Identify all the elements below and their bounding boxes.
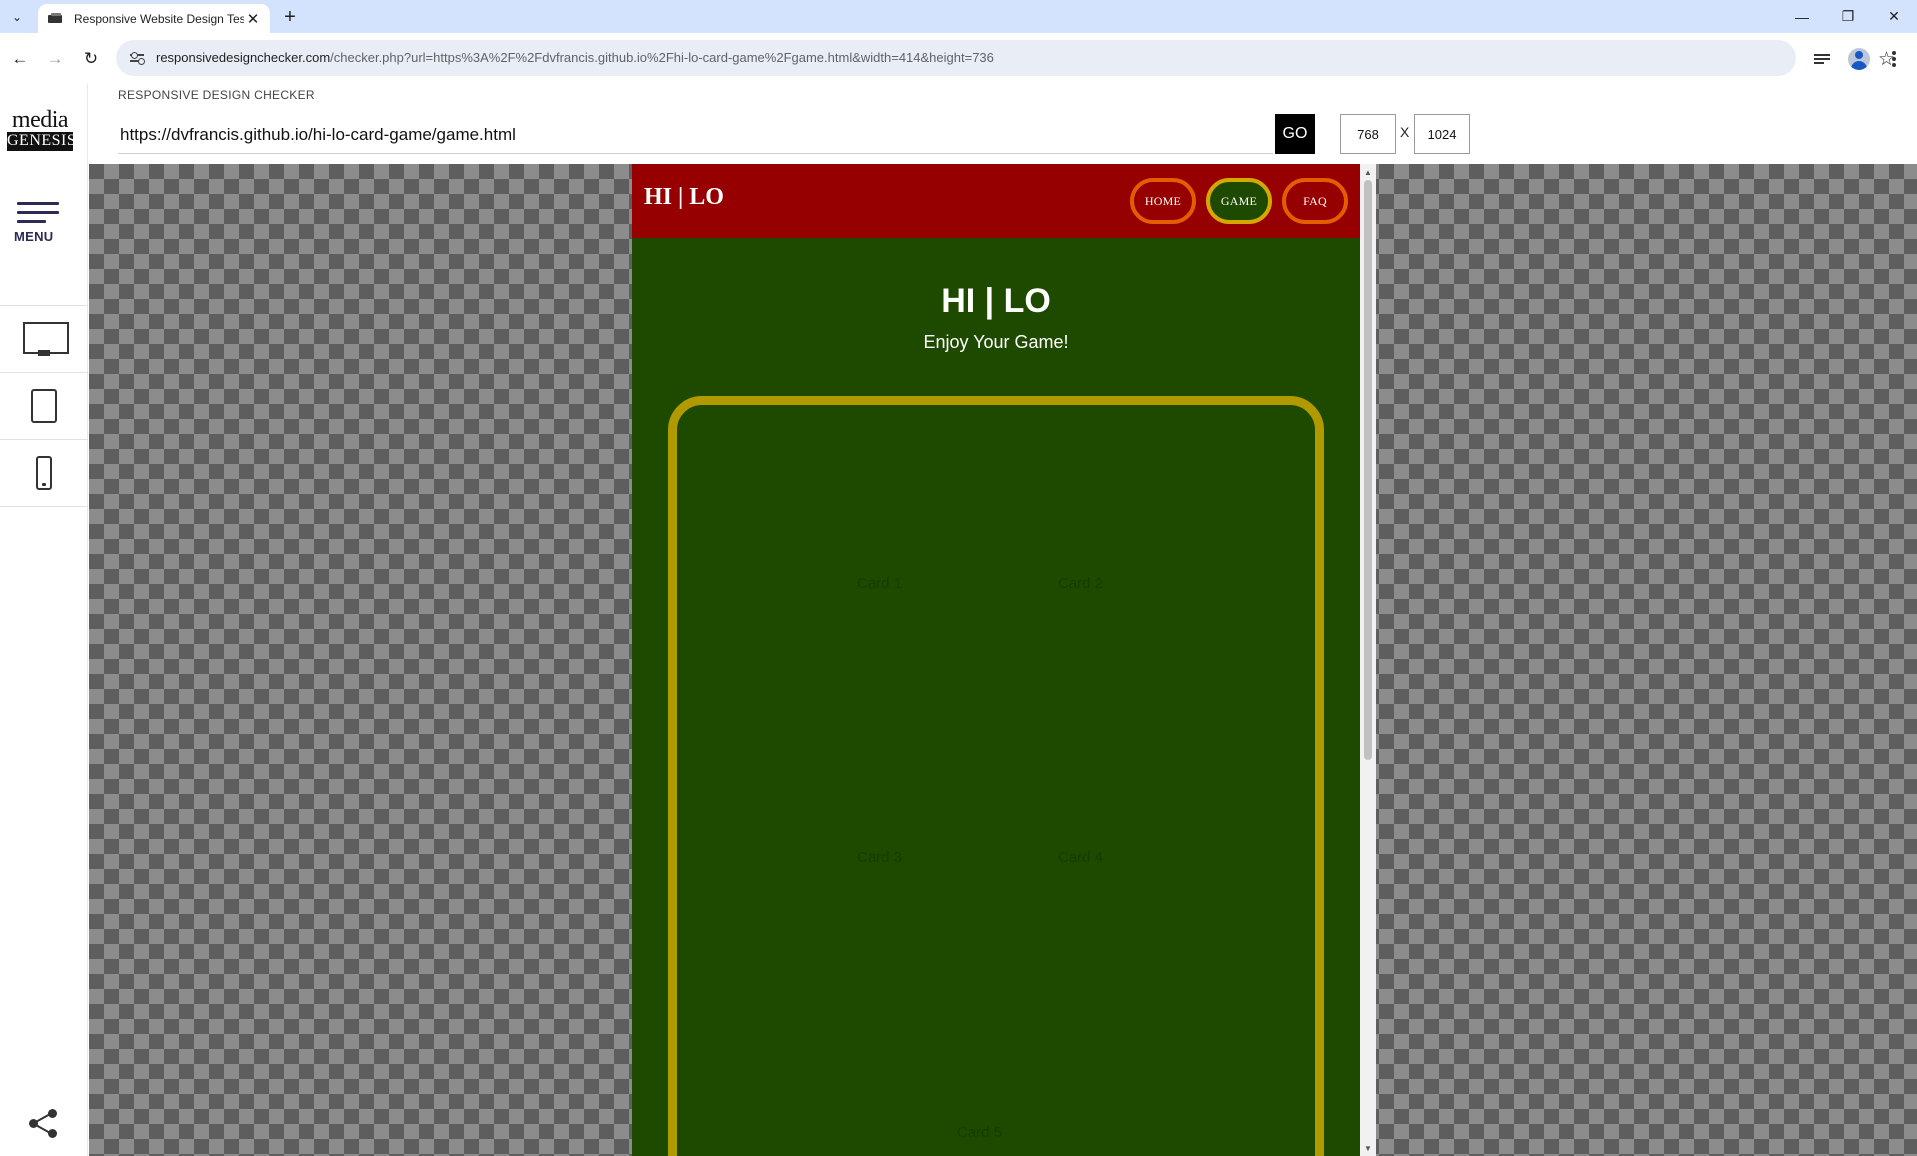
game-board: Card 1 Card 2 Card 3 Card 4 Card 5 — [668, 396, 1324, 1156]
arrow-left-icon[interactable]: ← — [5, 44, 35, 74]
media-queue-icon[interactable] — [1807, 44, 1837, 74]
browser-tab[interactable]: Responsive Website Design Tes ✕ — [38, 4, 270, 33]
dimension-separator: X — [1400, 124, 1410, 140]
tune-icon[interactable] — [128, 49, 146, 67]
card-slot-3[interactable]: Card 3 — [857, 849, 902, 866]
checker-sidebar: media GENESIS MENU — [0, 84, 88, 1156]
site-navbar: HI | LO HOME GAME FAQ — [632, 164, 1360, 238]
url-input[interactable] — [118, 116, 1273, 154]
url-host: responsivedesignchecker.com — [156, 50, 331, 65]
share-icon[interactable] — [28, 1108, 58, 1138]
nav-home-button[interactable]: HOME — [1130, 178, 1196, 224]
width-input[interactable] — [1340, 114, 1396, 154]
game-subheading: Enjoy Your Game! — [923, 332, 1069, 352]
person-icon[interactable] — [1844, 44, 1874, 74]
device-scrollbar[interactable]: ▲ ▼ — [1360, 164, 1376, 1156]
page-title: RESPONSIVE DESIGN CHECKER — [118, 88, 315, 102]
desktop-view-button[interactable] — [0, 306, 88, 372]
site-logo[interactable]: HI | LO — [644, 184, 724, 211]
url-path: /checker.php?url=https%3A%2F%2Fdvfrancis… — [330, 50, 994, 65]
height-input[interactable] — [1414, 114, 1470, 154]
card-slot-5[interactable]: Card 5 — [957, 1124, 1002, 1141]
minimize-icon[interactable]: — — [1779, 0, 1825, 33]
address-url[interactable]: responsivedesignchecker.com/checker.php?… — [156, 50, 994, 65]
arrow-right-icon[interactable]: → — [40, 44, 70, 74]
game-heading: HI | LO — [941, 282, 1051, 320]
divider — [0, 506, 88, 507]
nav-faq-button[interactable]: FAQ — [1282, 178, 1348, 224]
close-icon[interactable]: ✕ — [244, 10, 262, 28]
card-slot-1[interactable]: Card 1 — [857, 575, 902, 592]
browser-toolbar: ← → ↻ responsivedesignchecker.com/checke… — [0, 33, 1917, 84]
card-slot-4[interactable]: Card 4 — [1058, 849, 1103, 866]
scroll-up-icon[interactable]: ▲ — [1360, 164, 1376, 180]
reload-icon[interactable]: ↻ — [76, 44, 106, 74]
tab-title: Responsive Website Design Tes — [74, 11, 244, 26]
media-genesis-logo[interactable]: media GENESIS — [7, 107, 77, 151]
new-tab-button[interactable]: + — [279, 6, 301, 28]
tablet-view-button[interactable] — [0, 373, 88, 439]
device-preview[interactable]: HI | LO HOME GAME FAQ HI | LO Enjoy Your… — [632, 164, 1376, 1156]
scrollbar-thumb[interactable] — [1364, 180, 1372, 760]
card-slot-2[interactable]: Card 2 — [1058, 575, 1103, 592]
brand-top: media — [11, 107, 69, 133]
menu-button[interactable]: MENU — [14, 202, 74, 244]
nav-game-button[interactable]: GAME — [1206, 178, 1272, 224]
menu-label: MENU — [14, 229, 54, 244]
browser-tabstrip: ⌄ Responsive Website Design Tes ✕ + — ❐ … — [0, 0, 1917, 33]
mobile-view-button[interactable] — [0, 440, 88, 506]
address-bar[interactable]: responsivedesignchecker.com/checker.php?… — [116, 40, 1895, 76]
tab-favicon-icon — [48, 12, 64, 25]
restore-icon[interactable]: ❐ — [1825, 0, 1871, 33]
desktop-icon — [23, 322, 69, 356]
go-button[interactable]: GO — [1275, 114, 1315, 154]
mobile-icon — [36, 456, 52, 490]
hamburger-icon — [17, 202, 59, 223]
chevron-down-icon[interactable]: ⌄ — [6, 6, 28, 28]
window-close-icon[interactable]: ✕ — [1871, 0, 1917, 33]
tablet-icon — [31, 389, 57, 423]
brand-bottom: GENESIS — [7, 132, 77, 151]
kebab-icon[interactable] — [1879, 44, 1909, 74]
scroll-down-icon[interactable]: ▼ — [1360, 1140, 1376, 1156]
